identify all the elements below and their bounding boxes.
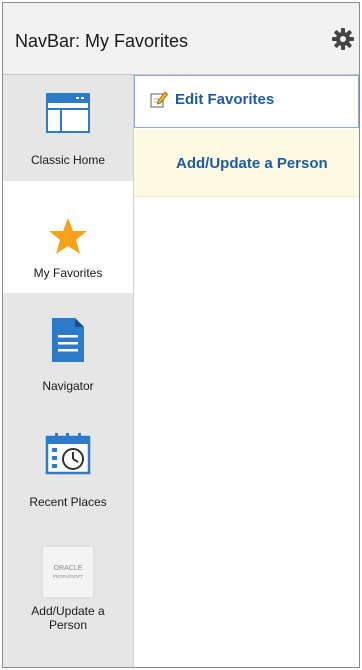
sidebar-item-label: Classic Home <box>30 153 105 167</box>
calendar-clock-icon <box>45 433 91 475</box>
list-item[interactable]: Add/Update a Person <box>134 129 359 197</box>
navbar-panel: NavBar: My Favorites Classic Home My Fav… <box>2 2 360 668</box>
favorite-link: Add/Update a Person <box>176 155 328 172</box>
star-icon <box>49 218 87 254</box>
sidebar-item-add-update-person[interactable]: ORACLE PEOPLESOFT Add/Update a Person <box>3 517 133 632</box>
favorites-content: Edit Favorites Add/Update a Person <box>134 75 359 667</box>
oracle-peoplesoft-logo: ORACLE PEOPLESOFT <box>41 545 95 599</box>
sidebar-item-label: Add/Update a Person <box>31 604 105 632</box>
sidebar-item-recent-places[interactable]: Recent Places <box>3 405 133 517</box>
sidebar-item-classic-home[interactable]: Classic Home <box>3 75 133 187</box>
sidebar: Classic Home My Favorites Navigator Rece… <box>3 75 134 667</box>
edit-favorites-link[interactable]: Edit Favorites <box>134 75 359 128</box>
svg-text:PEOPLESOFT: PEOPLESOFT <box>53 574 83 579</box>
sidebar-item-my-favorites[interactable]: My Favorites <box>3 181 133 293</box>
page-title: NavBar: My Favorites <box>15 31 189 51</box>
document-icon <box>52 318 84 362</box>
sidebar-item-navigator[interactable]: Navigator <box>3 293 133 405</box>
sidebar-item-label: Recent Places <box>29 495 107 509</box>
edit-icon <box>150 91 168 108</box>
sidebar-item-label: Navigator <box>42 379 94 393</box>
edit-favorites-label: Edit Favorites <box>175 91 275 108</box>
classic-home-icon <box>46 93 90 133</box>
sidebar-item-label: My Favorites <box>33 266 103 280</box>
navbar-header: NavBar: My Favorites <box>3 3 359 75</box>
gear-icon[interactable] <box>331 27 355 51</box>
svg-text:ORACLE: ORACLE <box>54 565 83 572</box>
